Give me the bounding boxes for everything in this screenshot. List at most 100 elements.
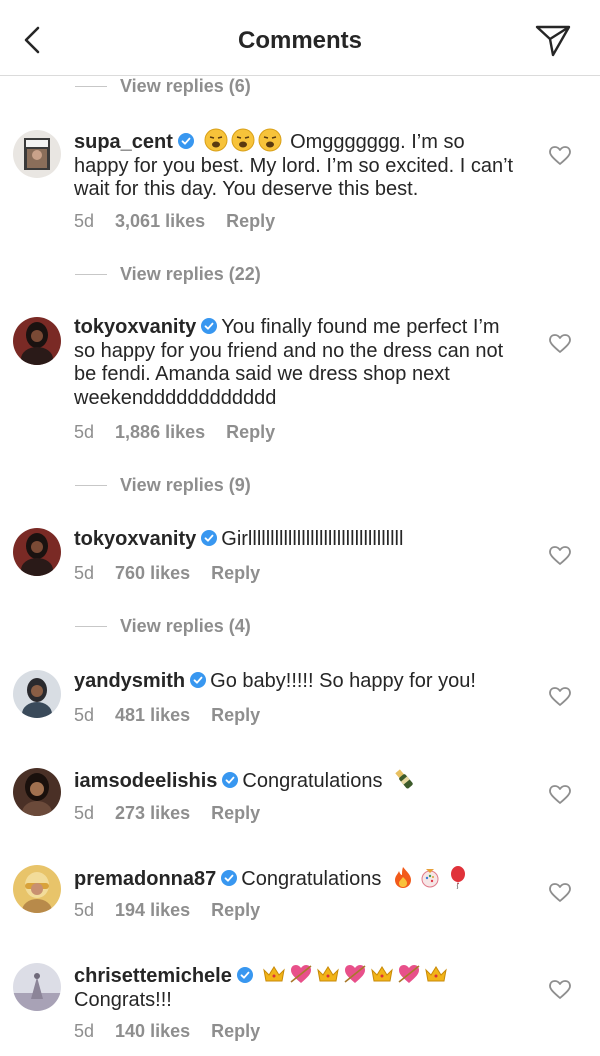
weary-face-emoji-icon bbox=[231, 128, 254, 152]
reply-button[interactable]: Reply bbox=[211, 705, 260, 725]
comment-username[interactable]: iamsodeelishis bbox=[74, 770, 217, 792]
avatar[interactable] bbox=[13, 130, 61, 178]
weary-face-emoji-icon bbox=[258, 128, 281, 152]
crown-emoji-icon bbox=[317, 966, 340, 982]
like-heart-icon[interactable] bbox=[549, 146, 571, 166]
view-replies-label: View replies (9) bbox=[120, 474, 251, 495]
comment-meta: 5d 760 likes Reply bbox=[74, 563, 281, 584]
comment-username[interactable]: premadonna87 bbox=[74, 868, 216, 890]
comment-body: tokyoxvanity You finally found me perfect… bbox=[74, 316, 524, 410]
view-replies-button[interactable]: View replies (6) bbox=[75, 71, 251, 101]
like-heart-icon[interactable] bbox=[549, 687, 571, 707]
comment-time: 5d bbox=[74, 211, 95, 231]
comment-body: iamsodeelishis Congratulations bbox=[74, 767, 524, 794]
comment-body: supa_cent Omggggggg. I’m so happy for yo… bbox=[74, 128, 524, 202]
reply-button[interactable]: Reply bbox=[226, 422, 275, 442]
reply-button[interactable]: Reply bbox=[211, 803, 260, 823]
avatar-image bbox=[13, 865, 61, 913]
likes-count[interactable]: 481 likes bbox=[115, 705, 190, 725]
avatar-image bbox=[13, 528, 61, 576]
likes-count[interactable]: 273 likes bbox=[115, 803, 190, 823]
verified-badge-icon bbox=[177, 133, 194, 149]
avatar[interactable] bbox=[13, 670, 61, 718]
like-heart-icon[interactable] bbox=[549, 980, 571, 1000]
comment-meta: 5d 273 likes Reply bbox=[74, 803, 281, 824]
replies-divider bbox=[75, 625, 107, 627]
view-replies-button[interactable]: View replies (22) bbox=[75, 259, 261, 289]
likes-count[interactable]: 194 likes bbox=[115, 900, 190, 920]
crown-emoji-icon bbox=[371, 966, 394, 982]
comment-time: 5d bbox=[74, 422, 95, 442]
avatar[interactable] bbox=[13, 768, 61, 816]
reply-button[interactable]: Reply bbox=[211, 563, 260, 583]
avatar-image bbox=[13, 670, 61, 718]
comment-username[interactable]: supa_cent bbox=[74, 131, 173, 153]
comment-username[interactable]: tokyoxvanity bbox=[74, 528, 196, 550]
verified-badge-icon bbox=[201, 530, 218, 546]
like-heart-icon[interactable] bbox=[549, 546, 571, 566]
comment-meta: 5d 194 likes Reply bbox=[74, 900, 281, 921]
crown-emoji-icon bbox=[263, 966, 286, 982]
view-replies-label: View replies (6) bbox=[120, 75, 251, 96]
verified-badge-icon bbox=[190, 672, 207, 688]
comment-time: 5d bbox=[74, 1021, 95, 1041]
view-replies-button[interactable]: View replies (9) bbox=[75, 470, 251, 500]
comment-meta: 5d 140 likes Reply bbox=[74, 1021, 281, 1042]
avatar-image bbox=[13, 130, 61, 178]
like-heart-icon[interactable] bbox=[549, 883, 571, 903]
champagne-emoji-icon bbox=[395, 769, 413, 789]
weary-face-emoji-icon bbox=[204, 128, 227, 152]
comment-text: Go baby!!!!! So happy for you! bbox=[210, 670, 476, 692]
balloon-emoji-icon bbox=[450, 866, 465, 889]
comment-time: 5d bbox=[74, 563, 95, 583]
comment-time: 5d bbox=[74, 705, 95, 725]
comment-meta: 5d 481 likes Reply bbox=[74, 705, 281, 726]
confetti-emoji-icon bbox=[421, 869, 439, 888]
likes-count[interactable]: 1,886 likes bbox=[115, 422, 205, 442]
avatar[interactable] bbox=[13, 528, 61, 576]
avatar-image bbox=[13, 963, 61, 1011]
header: Comments bbox=[0, 0, 600, 76]
fire-emoji-icon bbox=[394, 867, 411, 888]
verified-badge-icon bbox=[236, 967, 253, 983]
view-replies-label: View replies (22) bbox=[120, 263, 261, 284]
comment-text: Congrats!!! bbox=[74, 988, 172, 1011]
comment-text: Congratulations bbox=[242, 770, 383, 792]
heart-arrow-emoji-icon bbox=[344, 965, 366, 983]
view-replies-button[interactable]: View replies (4) bbox=[75, 611, 251, 641]
comment-time: 5d bbox=[74, 900, 95, 920]
avatar[interactable] bbox=[13, 865, 61, 913]
comment-time: 5d bbox=[74, 803, 95, 823]
heart-arrow-emoji-icon bbox=[290, 965, 312, 983]
likes-count[interactable]: 760 likes bbox=[115, 563, 190, 583]
comment-username[interactable]: yandysmith bbox=[74, 670, 185, 692]
page-title: Comments bbox=[237, 27, 363, 54]
comment-body: premadonna87 Congratulations bbox=[74, 865, 524, 892]
reply-button[interactable]: Reply bbox=[226, 211, 275, 231]
likes-count[interactable]: 3,061 likes bbox=[115, 211, 205, 231]
replies-divider bbox=[75, 484, 107, 486]
comment-meta: 5d 1,886 likes Reply bbox=[74, 422, 296, 443]
replies-divider bbox=[75, 85, 107, 87]
reply-button[interactable]: Reply bbox=[211, 900, 260, 920]
replies-divider bbox=[75, 273, 107, 275]
avatar[interactable] bbox=[13, 317, 61, 365]
avatar[interactable] bbox=[13, 963, 61, 1011]
verified-badge-icon bbox=[201, 318, 218, 334]
send-direct-icon[interactable] bbox=[533, 22, 573, 58]
verified-badge-icon bbox=[222, 772, 239, 788]
comment-text: Congratulations bbox=[241, 868, 382, 890]
like-heart-icon[interactable] bbox=[549, 785, 571, 805]
crown-emoji-icon bbox=[425, 966, 448, 982]
view-replies-label: View replies (4) bbox=[120, 615, 251, 636]
comment-body: yandysmith Go baby!!!!! So happy for you! bbox=[74, 670, 524, 694]
comment-body: tokyoxvanity Girlllllllllllllllllllllllll… bbox=[74, 528, 524, 552]
avatar-image bbox=[13, 768, 61, 816]
verified-badge-icon bbox=[221, 870, 238, 886]
like-heart-icon[interactable] bbox=[549, 334, 571, 354]
likes-count[interactable]: 140 likes bbox=[115, 1021, 190, 1041]
comment-username[interactable]: chrisettemichele bbox=[74, 965, 232, 987]
avatar-image bbox=[13, 317, 61, 365]
comment-username[interactable]: tokyoxvanity bbox=[74, 316, 196, 338]
reply-button[interactable]: Reply bbox=[211, 1021, 260, 1041]
